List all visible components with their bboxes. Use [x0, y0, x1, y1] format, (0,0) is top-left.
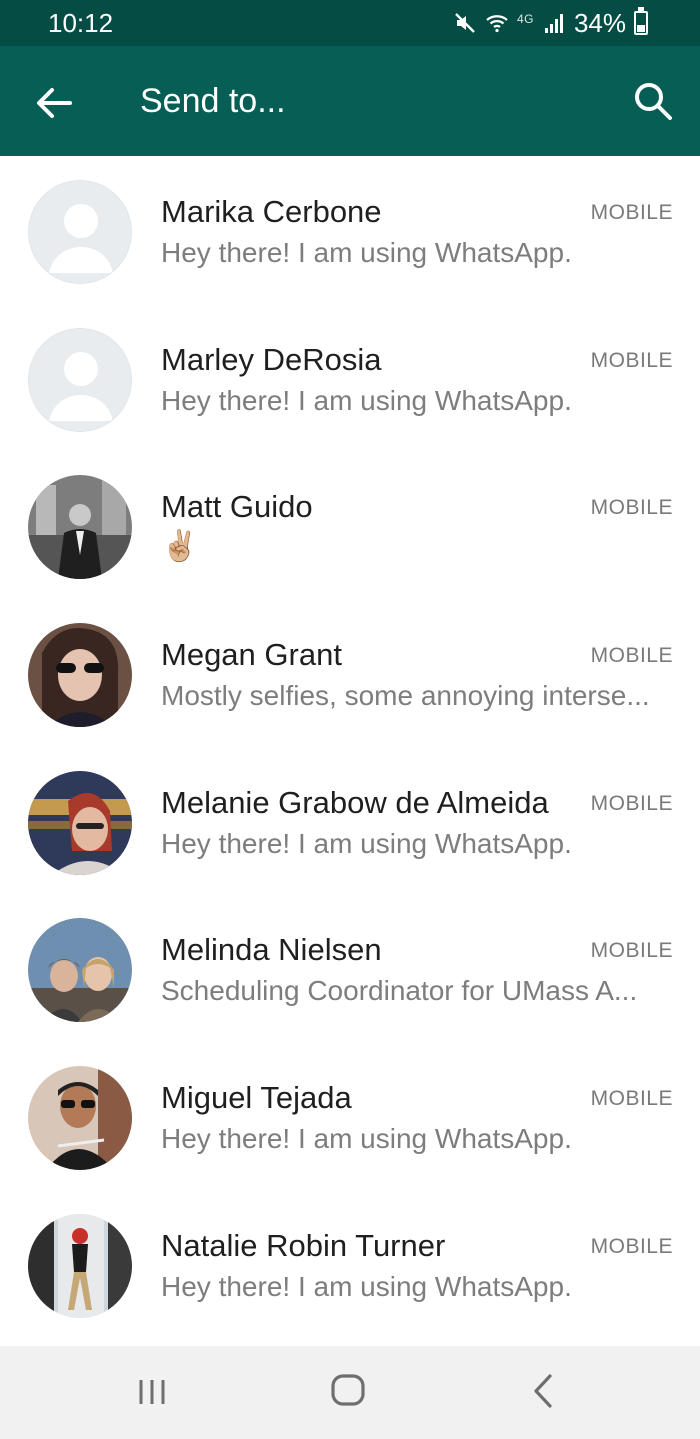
recents-icon[interactable] [136, 1374, 168, 1410]
network-type: 4G [516, 12, 534, 26]
contact-name: Natalie Robin Turner [161, 1228, 446, 1263]
contact-name: Megan Grant [161, 637, 342, 672]
status-bar: 10:12 4G 34% [0, 0, 700, 46]
system-navigation-bar [0, 1346, 700, 1439]
profile-photo [28, 918, 132, 1022]
contact-phone-type: MOBILE [590, 349, 673, 372]
contact-row[interactable]: Melinda Nielsen MOBILE Scheduling Coordi… [0, 894, 700, 1042]
contact-name: Marika Cerbone [161, 194, 382, 229]
contact-phone-type: MOBILE [590, 792, 673, 815]
contact-list: Marika Cerbone MOBILE Hey there! I am us… [0, 156, 700, 1346]
avatar [28, 623, 132, 727]
contact-about: Hey there! I am using WhatsApp. [161, 1271, 572, 1302]
contact-row[interactable]: Marika Cerbone MOBILE Hey there! I am us… [0, 156, 700, 304]
contact-phone-type: MOBILE [590, 1087, 673, 1110]
contact-phone-type: MOBILE [590, 1235, 673, 1258]
contact-name: Melinda Nielsen [161, 932, 382, 967]
search-icon[interactable] [628, 76, 678, 126]
contact-row[interactable]: Matt Guido MOBILE ✌🏼 [0, 451, 700, 599]
profile-photo [28, 1066, 132, 1170]
contact-phone-type: MOBILE [590, 496, 673, 519]
app-bar: Send to... [0, 46, 700, 156]
avatar [28, 475, 132, 579]
profile-photo [28, 623, 132, 727]
avatar [28, 1066, 132, 1170]
default-avatar-icon [49, 204, 113, 273]
battery-percentage: 34% [573, 7, 626, 38]
battery-icon [634, 7, 648, 35]
signal-icon [544, 14, 563, 33]
mute-icon [455, 13, 475, 33]
avatar [28, 1214, 132, 1318]
contact-about: Scheduling Coordinator for UMass A... [161, 975, 638, 1006]
contact-row[interactable]: Megan Grant MOBILE Mostly selfies, some … [0, 599, 700, 747]
contact-about: ✌🏼 [161, 530, 199, 563]
contact-name: Melanie Grabow de Almeida [161, 785, 549, 820]
profile-photo [28, 1214, 132, 1318]
contact-phone-type: MOBILE [590, 644, 673, 667]
default-avatar-icon [49, 352, 113, 421]
profile-photo [28, 475, 132, 579]
contact-about: Hey there! I am using WhatsApp. [161, 828, 572, 859]
wifi-icon [486, 15, 508, 33]
avatar [28, 328, 132, 432]
back-icon[interactable] [528, 1372, 558, 1410]
contact-name: Marley DeRosia [161, 342, 382, 377]
avatar [28, 771, 132, 875]
contact-phone-type: MOBILE [590, 201, 673, 224]
status-icons: 4G 34% [453, 6, 648, 40]
contact-row[interactable]: Natalie Robin Turner MOBILE Hey there! I… [0, 1190, 700, 1338]
status-time: 10:12 [48, 8, 114, 38]
contact-about: Hey there! I am using WhatsApp. [161, 237, 572, 268]
profile-photo [28, 771, 132, 875]
contact-row[interactable]: Melanie Grabow de Almeida MOBILE Hey the… [0, 747, 700, 895]
avatar [28, 180, 132, 284]
contact-about: Hey there! I am using WhatsApp. [161, 1123, 572, 1154]
contact-about: Hey there! I am using WhatsApp. [161, 385, 572, 416]
contact-row[interactable]: Marley DeRosia MOBILE Hey there! I am us… [0, 304, 700, 452]
contact-phone-type: MOBILE [590, 939, 673, 962]
contact-about: Mostly selfies, some annoying interse... [161, 680, 650, 711]
avatar [28, 918, 132, 1022]
contact-row[interactable]: Miguel Tejada MOBILE Hey there! I am usi… [0, 1042, 700, 1190]
contact-name: Miguel Tejada [161, 1080, 352, 1115]
contact-name: Matt Guido [161, 489, 313, 524]
page-title: Send to... [140, 82, 286, 120]
home-icon[interactable] [330, 1372, 366, 1408]
arrow-left-icon[interactable] [30, 79, 78, 127]
